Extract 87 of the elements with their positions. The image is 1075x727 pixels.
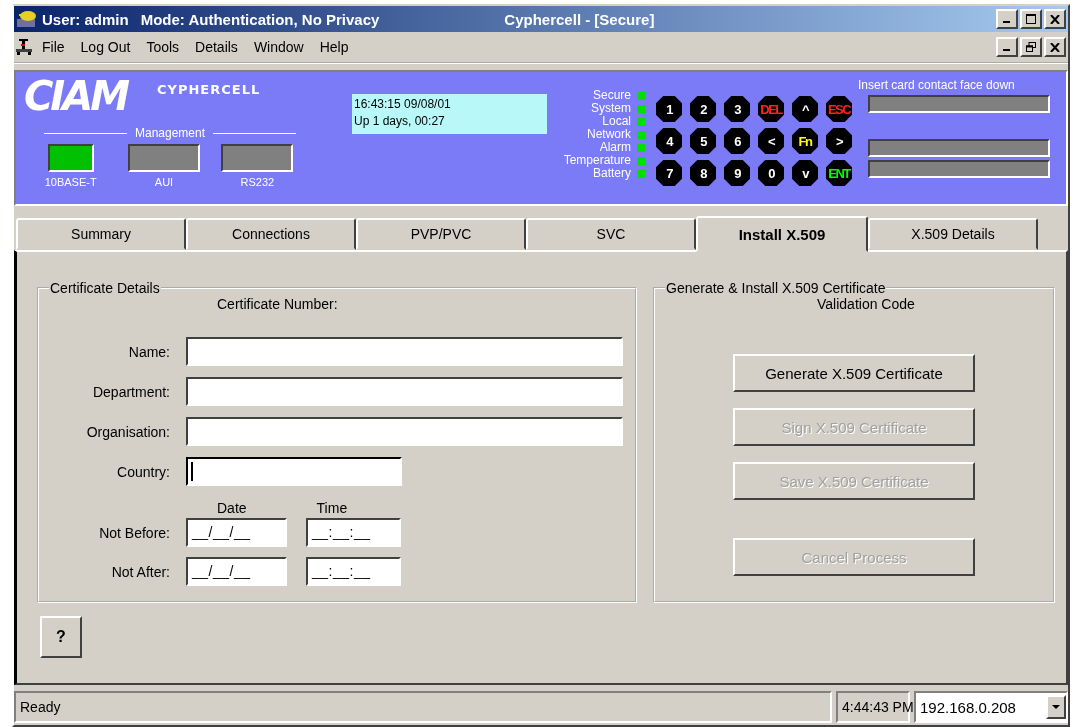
keypad-key[interactable]: ESC <box>826 96 852 122</box>
tab[interactable]: SVC <box>526 218 696 250</box>
tab[interactable]: Install X.509 <box>696 216 868 252</box>
keypad-key[interactable]: ^ <box>792 96 818 122</box>
text-field[interactable] <box>186 377 623 406</box>
column-header: Time <box>316 500 348 516</box>
validation-code-label: Validation Code <box>817 296 915 312</box>
close-icon <box>1050 42 1060 52</box>
tab[interactable]: Connections <box>186 218 356 250</box>
window-title: Mode: Authentication, No Privacy <box>140 10 380 28</box>
restore-button[interactable] <box>1020 37 1042 57</box>
brand-name: CYPHERCELL <box>157 82 261 97</box>
field-label: Name: <box>127 343 170 360</box>
group-title: Generate & Install X.509 Certificate <box>665 280 887 296</box>
menu-item[interactable]: Window <box>245 39 312 55</box>
led-label: Alarm <box>599 141 631 154</box>
minimize-button[interactable] <box>996 37 1018 57</box>
lcd-text: Up 1 days, 00:27 <box>354 113 446 130</box>
keypad-key[interactable]: 7 <box>656 160 682 186</box>
minimize-button[interactable] <box>996 9 1018 29</box>
text-field[interactable] <box>186 337 623 366</box>
close-button[interactable] <box>1044 37 1066 57</box>
keypad-key[interactable]: 5 <box>690 128 716 154</box>
keypad-key[interactable]: < <box>758 128 784 154</box>
port-label: 10BASE-T <box>44 176 97 188</box>
help-button[interactable]: ? <box>40 616 82 658</box>
column-header: Date <box>217 500 247 516</box>
led-label: Local <box>602 115 631 128</box>
date-field[interactable]: __/__/__ <box>186 518 287 547</box>
keypad-key[interactable]: > <box>826 128 852 154</box>
certificate-number-label: Certificate Number: <box>217 296 338 312</box>
caret-icon <box>1052 705 1060 709</box>
keypad-key[interactable]: 9 <box>724 160 750 186</box>
menu-item[interactable]: Tools <box>138 39 188 55</box>
group-label: Management <box>135 126 206 140</box>
port-label: RS232 <box>240 176 275 188</box>
close-button[interactable] <box>1044 9 1066 29</box>
keypad-key[interactable]: ENT <box>826 160 852 186</box>
keypad-key[interactable]: 0 <box>758 160 784 186</box>
maximize-icon <box>1026 14 1036 24</box>
menu-item[interactable]: Help <box>311 39 357 55</box>
logo: CIAM <box>24 76 127 116</box>
time-field[interactable]: __:__:__ <box>306 518 401 547</box>
keypad-key[interactable]: v <box>792 160 818 186</box>
menu-item[interactable]: File <box>34 39 73 55</box>
dropdown-button[interactable] <box>1046 695 1066 719</box>
app-icon <box>16 10 38 28</box>
text-field[interactable] <box>186 457 402 486</box>
port-label: AUI <box>154 176 174 188</box>
led-label: Secure <box>592 89 631 102</box>
field-label: Not After: <box>110 563 170 580</box>
lcd-text: 16:43:15 09/08/01 <box>354 96 452 113</box>
address-dropdown[interactable]: 192.168.0.208 <box>914 691 1068 723</box>
led-label: Temperature <box>563 154 631 167</box>
action-button[interactable]: Generate X.509 Certificate <box>733 354 975 392</box>
card-prompt: Insert card contact face down <box>858 78 1015 92</box>
keypad-key[interactable]: 3 <box>724 96 750 122</box>
led-label: System <box>591 102 631 115</box>
tab[interactable]: X.509 Details <box>868 218 1038 250</box>
keypad-key[interactable]: 2 <box>690 96 716 122</box>
restore-icon <box>1026 42 1036 52</box>
network-icon <box>16 38 34 56</box>
keypad-key[interactable]: 6 <box>724 128 750 154</box>
window-title: Cyphercell - [Secure] <box>504 10 655 28</box>
status-message: Ready <box>14 691 832 723</box>
field-label: Department: <box>91 383 170 400</box>
keypad-key[interactable]: 4 <box>656 128 682 154</box>
field-label: Organisation: <box>85 423 170 440</box>
date-field[interactable]: __/__/__ <box>186 557 287 586</box>
menu-item[interactable]: Details <box>187 39 246 55</box>
keypad-key[interactable]: Fn <box>792 128 818 154</box>
time-field[interactable]: __:__:__ <box>306 557 401 586</box>
led-label: Battery <box>593 167 631 180</box>
field-label: Country: <box>116 463 170 480</box>
keypad-key[interactable]: 1 <box>656 96 682 122</box>
text-field[interactable] <box>186 417 623 446</box>
group-title: Certificate Details <box>49 280 161 296</box>
window-title: User: admin <box>42 10 129 28</box>
field-label: Not Before: <box>98 524 170 541</box>
maximize-button[interactable] <box>1020 9 1042 29</box>
keypad-key[interactable]: 8 <box>690 160 716 186</box>
tab[interactable]: Summary <box>16 218 186 250</box>
menu-item[interactable]: Log Out <box>72 39 139 55</box>
led-label: Network <box>587 128 631 141</box>
tab[interactable]: PVP/PVC <box>356 218 526 250</box>
keypad-key[interactable]: DEL <box>758 96 784 122</box>
close-icon <box>1050 14 1060 24</box>
